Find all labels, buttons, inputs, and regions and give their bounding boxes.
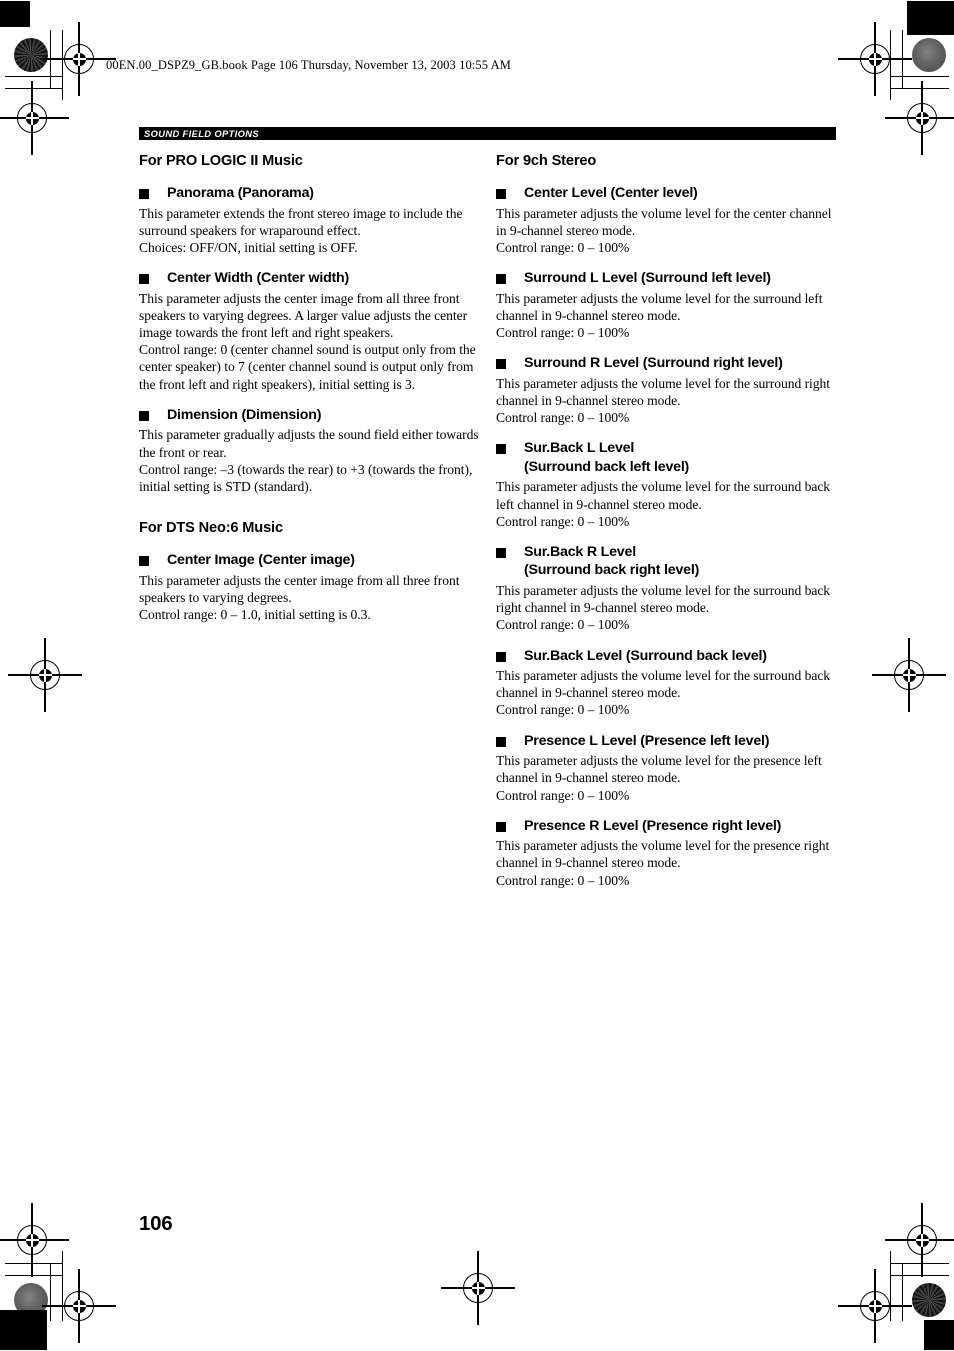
square-bullet-icon <box>139 274 149 285</box>
parameter-heading: Sur.Back Level (Surround back level) <box>496 647 836 666</box>
description-paragraph: Control range: 0 – 100% <box>496 513 630 529</box>
parameter-heading-line2: (Surround back left level) <box>524 458 690 475</box>
section-header-bar: SOUND FIELD OPTIONS <box>139 127 836 140</box>
parameter-entry: Sur.Back R Level (Surround back right lev… <box>496 543 836 634</box>
description-paragraph: This parameter adjusts the center image … <box>139 572 460 605</box>
description-paragraph: Control range: 0 – 100% <box>496 325 630 341</box>
file-header-line: 00EN.00_DSPZ9_GB.book Page 106 Thursday,… <box>106 58 511 72</box>
parameter-description: This parameter adjusts the volume level … <box>496 752 836 804</box>
parameter-entry: Sur.Back L Level (Surround back left leve… <box>496 439 836 530</box>
parameter-heading: Center Level (Center level) <box>496 184 836 203</box>
page-number: 106 <box>139 1212 173 1235</box>
parameter-heading: Presence R Level (Presence right level) <box>496 817 836 836</box>
manual-page: 00EN.00_DSPZ9_GB.book Page 106 Thursday,… <box>0 0 954 1351</box>
parameter-entry: Surround L Level (Surround left level) Th… <box>496 269 836 341</box>
square-bullet-icon <box>139 410 149 421</box>
parameter-heading-line1: Panorama (Panorama) <box>167 185 314 201</box>
parameter-entry: Sur.Back Level (Surround back level) This… <box>496 647 836 719</box>
square-bullet-icon <box>496 189 506 199</box>
parameter-heading-line1: Presence R Level (Presence right level) <box>524 817 782 834</box>
description-paragraph: Control range: 0 – 100% <box>496 702 630 718</box>
parameter-description: This parameter adjusts the volume level … <box>496 375 836 427</box>
group-title: For 9ch Stereo <box>496 153 597 169</box>
parameter-entry: Presence R Level (Presence right level) T… <box>496 817 836 889</box>
parameter-description: This parameter adjusts the center image … <box>139 290 479 393</box>
square-bullet-icon <box>496 359 506 370</box>
parameter-heading-line2: (Surround back right level) <box>524 562 700 579</box>
parameter-entry: Dimension (Dimension) This parameter grad… <box>139 406 479 495</box>
right-column: For 9ch Stereo Center Level (Center level… <box>496 152 836 889</box>
parameter-heading: Presence L Level (Presence left level) <box>496 732 836 751</box>
description-paragraph: Control range: 0 – 100% <box>496 617 630 633</box>
description-paragraph: This parameter adjusts the volume level … <box>496 753 822 786</box>
description-paragraph: This parameter adjusts the volume level … <box>496 582 831 616</box>
description-paragraph: Control range: –3 (towards the rear) to … <box>139 461 473 494</box>
square-bullet-icon <box>139 189 149 199</box>
parameter-description: This parameter adjusts the volume level … <box>496 478 836 530</box>
parameter-entry: Presence L Level (Presence left level) Th… <box>496 732 836 804</box>
parameter-heading: Center Image (Center image) <box>139 551 479 570</box>
parameter-description: This parameter adjusts the volume level … <box>496 290 836 342</box>
parameter-heading: Center Width (Center width) <box>139 269 479 288</box>
description-paragraph: This parameter adjusts the volume level … <box>496 375 831 408</box>
parameter-description: This parameter adjusts the volume level … <box>496 837 836 889</box>
parameter-heading-line1: Surround L Level (Surround left level) <box>524 270 771 287</box>
parameter-entry: Center Image (Center image) This paramete… <box>139 551 479 623</box>
parameter-description: This parameter adjusts the volume level … <box>496 667 836 719</box>
description-paragraph: Control range: 0 – 100% <box>496 410 630 426</box>
description-paragraph: Control range: 0 – 100% <box>496 239 630 255</box>
parameter-heading-line1: Presence L Level (Presence left level) <box>524 732 770 749</box>
description-paragraph: This parameter adjusts the volume level … <box>496 479 831 512</box>
square-bullet-icon <box>496 547 506 558</box>
parameter-heading: Sur.Back L Level (Surround back left leve… <box>496 439 836 476</box>
parameter-description: This parameter gradually adjusts the sou… <box>139 426 479 495</box>
parameter-description: This parameter adjusts the volume level … <box>496 582 836 634</box>
description-paragraph: This parameter adjusts the volume level … <box>496 668 831 701</box>
parameter-entry: Panorama (Panorama) This parameter extend… <box>139 184 479 256</box>
description-paragraph: This parameter extends the front stereo … <box>139 205 463 238</box>
parameter-heading: Surround L Level (Surround left level) <box>496 269 836 288</box>
parameter-heading: Sur.Back R Level (Surround back right lev… <box>496 543 836 580</box>
parameter-heading-line1: Center Width (Center width) <box>167 270 350 287</box>
description-paragraph: This parameter adjusts the volume level … <box>496 838 830 871</box>
parameter-heading-line1: Sur.Back Level (Surround back level) <box>524 647 767 664</box>
description-paragraph: Control range: 0 – 1.0, initial setting … <box>139 607 371 623</box>
parameter-heading: Surround R Level (Surround right level) <box>496 354 836 373</box>
description-paragraph: Control range: 0 (center channel sound i… <box>139 342 476 392</box>
square-bullet-icon <box>496 444 506 455</box>
parameter-heading: Panorama (Panorama) <box>139 184 479 203</box>
square-bullet-icon <box>496 651 506 662</box>
parameter-heading-line1: Sur.Back R Level <box>524 543 636 560</box>
group-title: For PRO LOGIC II Music <box>139 153 303 169</box>
description-paragraph: This parameter adjusts the volume level … <box>496 290 823 323</box>
section-header-label: SOUND FIELD OPTIONS <box>144 128 259 139</box>
square-bullet-icon <box>139 556 149 567</box>
parameter-entry: Center Level (Center level) This paramete… <box>496 184 836 256</box>
square-bullet-icon <box>496 274 506 285</box>
description-paragraph: Control range: 0 – 100% <box>496 872 630 888</box>
parameter-description: This parameter extends the front stereo … <box>139 205 479 257</box>
parameter-description: This parameter adjusts the center image … <box>139 572 479 624</box>
left-column: For PRO LOGIC II Music Panorama (Panorama… <box>139 152 479 623</box>
parameter-heading: Dimension (Dimension) <box>139 406 479 425</box>
parameter-heading-line1: Surround R Level (Surround right level) <box>524 355 783 372</box>
description-paragraph: Choices: OFF/ON, initial setting is OFF. <box>139 239 358 255</box>
parameter-heading-line1: Center Image (Center image) <box>167 552 355 569</box>
group-title: For DTS Neo:6 Music <box>139 520 283 537</box>
parameter-description: This parameter adjusts the volume level … <box>496 205 836 257</box>
square-bullet-icon <box>496 736 506 747</box>
description-paragraph: This parameter gradually adjusts the sou… <box>139 427 479 460</box>
description-paragraph: Control range: 0 – 100% <box>496 787 630 803</box>
description-paragraph: This parameter adjusts the center image … <box>139 290 468 341</box>
parameter-heading-line1: Center Level (Center level) <box>524 185 698 201</box>
square-bullet-icon <box>496 821 506 832</box>
parameter-entry: Surround R Level (Surround right level) T… <box>496 354 836 426</box>
parameter-entry: Center Width (Center width) This paramete… <box>139 269 479 393</box>
parameter-heading-line1: Sur.Back L Level <box>524 440 635 457</box>
description-paragraph: This parameter adjusts the volume level … <box>496 205 832 238</box>
parameter-heading-line1: Dimension (Dimension) <box>167 406 322 423</box>
